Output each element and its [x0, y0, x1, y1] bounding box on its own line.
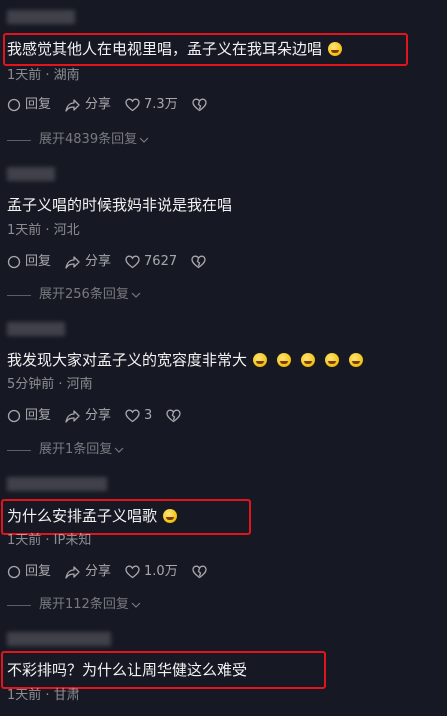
comment-actions: 回复 分享 7627 [7, 253, 224, 271]
comment-text: 为什么安排孟子义唱歌 [7, 506, 178, 526]
reply-icon [7, 409, 21, 423]
like-button[interactable]: 7.3万 [125, 96, 178, 114]
like-button[interactable]: 3 [125, 407, 152, 425]
laughing-tears-emoji-icon [163, 509, 178, 523]
comment-text: 我发现大家对孟子义的宽容度非常大 [7, 350, 364, 370]
share-icon [65, 256, 80, 269]
reply-icon [7, 255, 21, 269]
share-button[interactable]: 分享 [65, 96, 111, 114]
share-icon [65, 99, 80, 112]
broken-heart-icon [192, 565, 207, 579]
expand-replies-button[interactable]: 展开256条回复 [7, 287, 141, 303]
comment-meta: 1天前 · 河北 [7, 223, 80, 238]
reply-button[interactable]: 回复 [7, 563, 51, 581]
divider-line [7, 449, 31, 451]
username-blurred[interactable] [7, 477, 107, 491]
heart-icon [125, 565, 140, 579]
expand-replies-button[interactable]: 展开112条回复 [7, 597, 141, 613]
reply-icon [7, 98, 21, 112]
chevron-down-icon [131, 602, 141, 608]
laughing-tears-emoji-icon [349, 353, 364, 367]
dislike-button[interactable] [166, 409, 185, 423]
smiling-emoji-icon [328, 42, 343, 56]
reply-button[interactable]: 回复 [7, 407, 51, 425]
comment-actions: 回复 分享 3 [7, 407, 199, 425]
reply-button[interactable]: 回复 [7, 96, 51, 114]
dislike-button[interactable] [191, 255, 210, 269]
broken-heart-icon [191, 255, 206, 269]
username-blurred[interactable] [7, 167, 55, 181]
comment-actions: 回复 分享 1.0万 [7, 563, 225, 581]
like-button[interactable]: 7627 [125, 253, 177, 271]
share-icon [65, 566, 80, 579]
chevron-down-icon [139, 137, 149, 143]
heart-icon [125, 409, 140, 423]
broken-heart-icon [166, 409, 181, 423]
username-blurred[interactable] [7, 322, 65, 336]
broken-heart-icon [192, 98, 207, 112]
chevron-down-icon [114, 447, 124, 453]
comment-meta: 5分钟前 · 河南 [7, 377, 93, 392]
share-button[interactable]: 分享 [65, 253, 111, 271]
laughing-tears-emoji-icon [253, 353, 268, 367]
username-blurred[interactable] [7, 10, 75, 24]
reply-button[interactable]: 回复 [7, 253, 51, 271]
comment-text: 我感觉其他人在电视里唱，孟子义在我耳朵边唱 [7, 39, 343, 59]
laughing-tears-emoji-icon [325, 353, 340, 367]
like-button[interactable]: 1.0万 [125, 563, 178, 581]
divider-line [7, 294, 31, 296]
dislike-button[interactable] [192, 98, 211, 112]
username-blurred[interactable] [7, 632, 111, 646]
comment-meta: 1天前 · 湖南 [7, 68, 80, 83]
share-button[interactable]: 分享 [65, 563, 111, 581]
dislike-button[interactable] [192, 565, 211, 579]
comment-meta: 1天前 · 甘肃 [7, 688, 80, 703]
comment-text: 不彩排吗？为什么让周华健这么难受 [7, 661, 248, 679]
divider-line [7, 604, 31, 606]
chevron-down-icon [131, 292, 141, 298]
divider-line [7, 139, 31, 141]
heart-icon [125, 98, 140, 112]
expand-replies-button[interactable]: 展开1条回复 [7, 442, 124, 458]
reply-icon [7, 565, 21, 579]
share-button[interactable]: 分享 [65, 407, 111, 425]
laughing-tears-emoji-icon [301, 353, 316, 367]
comment-meta: 1天前 · IP未知 [7, 533, 92, 548]
share-icon [65, 410, 80, 423]
comment-actions: 回复 分享 7.3万 [7, 96, 225, 114]
laughing-tears-emoji-icon [277, 353, 292, 367]
comment-text: 孟子义唱的时候我妈非说是我在唱 [7, 196, 233, 214]
heart-icon [125, 255, 140, 269]
expand-replies-button[interactable]: 展开4839条回复 [7, 132, 149, 148]
